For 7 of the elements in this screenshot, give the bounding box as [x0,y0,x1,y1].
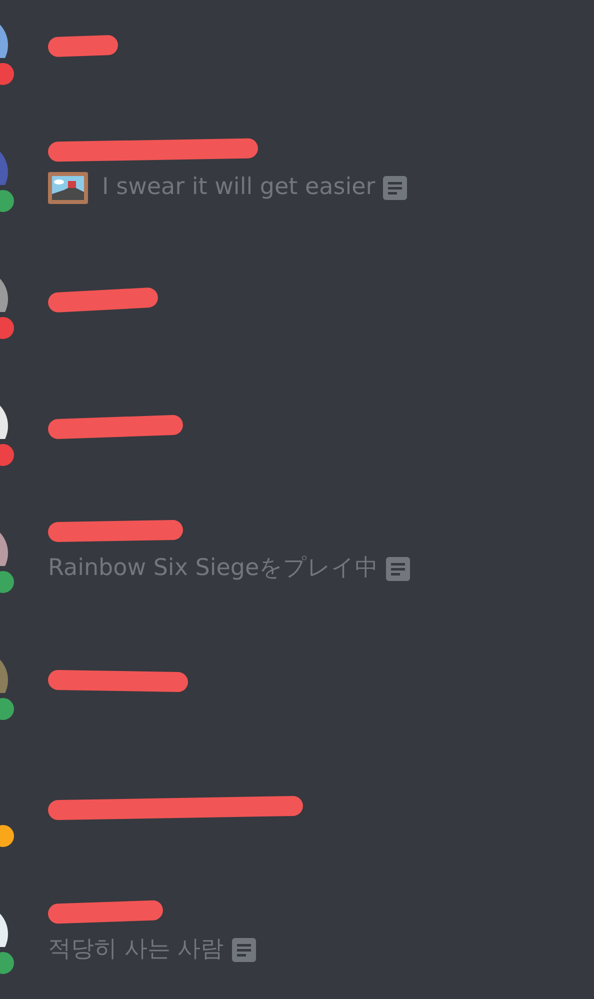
note-icon [383,176,408,200]
note-icon [232,938,256,962]
framed-picture-icon [48,172,88,204]
note-icon [386,556,410,580]
activity-text: I swear it will get easier [102,173,376,202]
activity-text: 적당히 사는 사람 [48,935,224,964]
activity-text: Rainbow Six Siegeをプレイ中 [48,554,378,584]
